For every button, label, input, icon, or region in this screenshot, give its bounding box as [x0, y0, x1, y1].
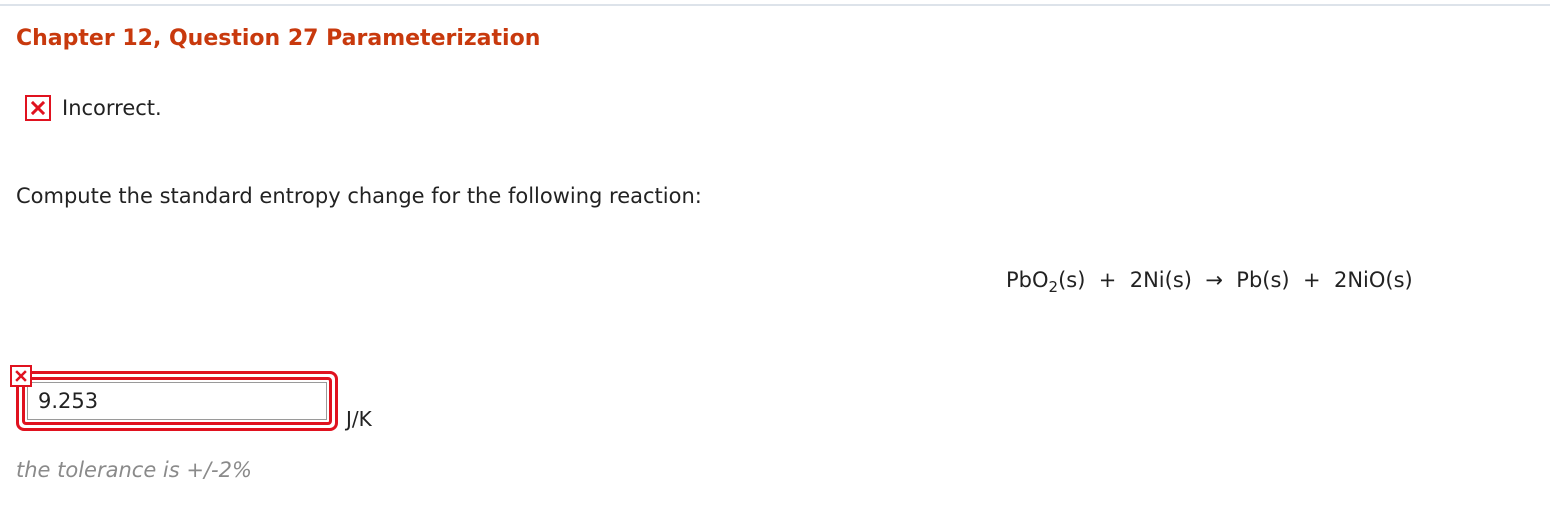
status-text: Incorrect.	[62, 96, 162, 120]
question-prompt: Compute the standard entropy change for …	[16, 184, 702, 208]
reactant-1-state: (s)	[1058, 268, 1086, 292]
reactant-1-subscript: 2	[1048, 278, 1059, 297]
answer-input-inner-frame	[22, 377, 332, 425]
reaction-equation: PbO2(s) + 2Ni(s) → Pb(s) + 2NiO(s)	[1006, 268, 1413, 296]
product-1: Pb(s)	[1236, 268, 1290, 292]
question-title: Chapter 12, Question 27 Parameterization	[16, 26, 541, 51]
plus-sign: +	[1302, 268, 1321, 292]
tolerance-note: the tolerance is +/-2%	[16, 458, 252, 482]
answer-input-frame	[16, 371, 338, 431]
answer-input[interactable]	[27, 382, 327, 420]
answer-incorrect-x-icon	[10, 365, 32, 387]
incorrect-x-icon	[25, 95, 51, 121]
top-divider	[0, 4, 1550, 6]
reactant-2: 2Ni(s)	[1129, 268, 1192, 292]
product-2: 2NiO(s)	[1333, 268, 1413, 292]
answer-unit: J/K	[346, 407, 372, 431]
reaction-arrow: →	[1205, 268, 1223, 292]
reactant-1-formula: PbO	[1006, 268, 1049, 292]
plus-sign: +	[1098, 268, 1117, 292]
answer-status: Incorrect.	[25, 92, 162, 124]
